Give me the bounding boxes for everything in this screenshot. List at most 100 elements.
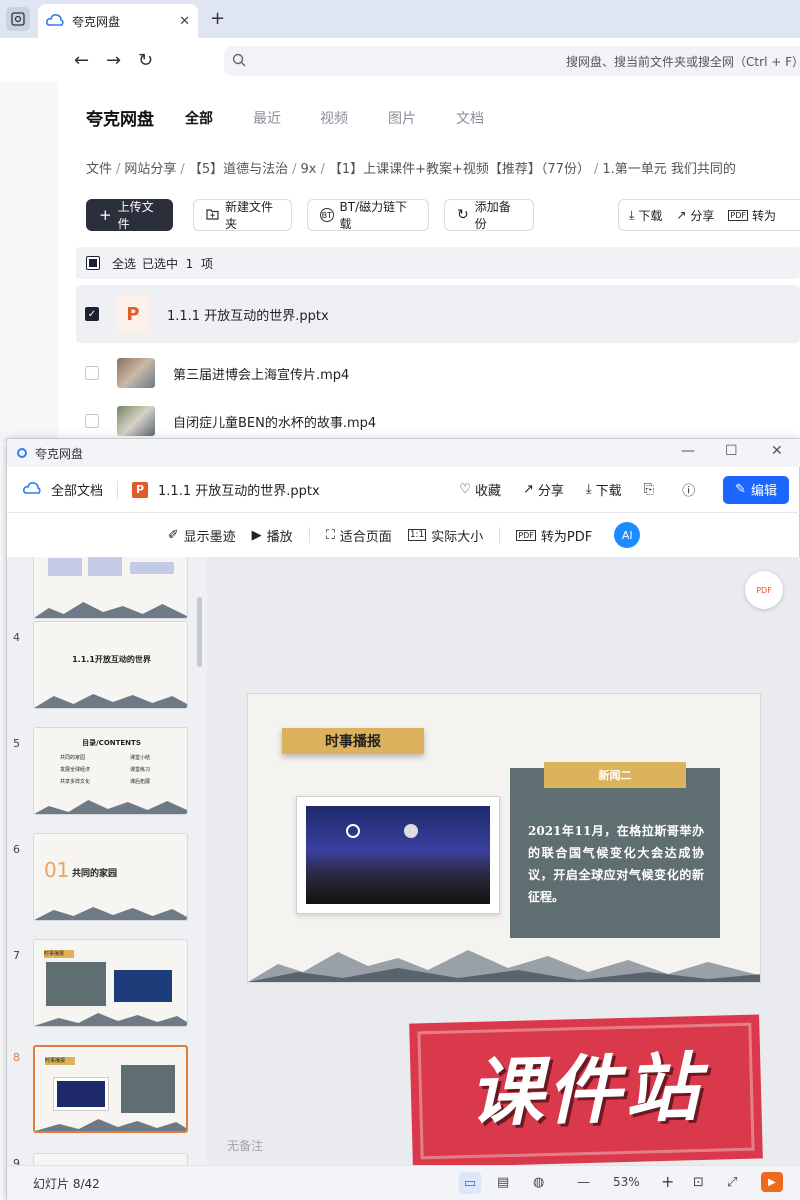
close-tab-icon[interactable]: ✕	[179, 14, 190, 29]
divider	[499, 527, 501, 543]
download-button[interactable]: ⤓ 下载	[629, 207, 662, 224]
row-checkbox[interactable]	[85, 414, 99, 428]
file-name: 自闭症儿童BEN的水杯的故事.mp4	[173, 415, 377, 431]
slide-counter: 幻灯片 8/42	[33, 1177, 100, 1191]
upload-button[interactable]: + 上传文件	[86, 199, 173, 231]
slide-thumbnail[interactable]	[33, 1153, 188, 1165]
zoom-in-icon[interactable]: +	[661, 1172, 674, 1191]
export-icon[interactable]: ⎘	[644, 482, 654, 497]
zoom-level: 53%	[613, 1175, 640, 1189]
breadcrumb-item[interactable]: 网站分享	[124, 162, 176, 177]
backup-label: 添加备份	[474, 200, 511, 231]
thumb-item: 课后拓展	[130, 779, 151, 785]
slide-heading: 时事播报	[282, 728, 424, 754]
reload-icon[interactable]: ↻	[138, 50, 153, 71]
fullscreen-icon[interactable]: ⤢	[727, 1175, 737, 1190]
show-ink-button[interactable]: ✐ 显示墨迹	[168, 526, 236, 545]
tab-recent[interactable]: 最近	[253, 108, 281, 128]
add-backup-button[interactable]: ↻ 添加备份	[444, 199, 534, 231]
share-doc-button[interactable]: ↗ 分享	[523, 480, 564, 499]
thumb-title: 时事播报	[44, 950, 74, 958]
all-docs-label: 全部文档	[51, 484, 104, 499]
breadcrumb-item[interactable]: 文件	[86, 162, 112, 177]
mountain-art	[35, 1119, 186, 1131]
file-row[interactable]: ✓ P 1.1.1 开放互动的世界.pptx	[76, 285, 800, 343]
ai-assistant-icon[interactable]: AI	[614, 522, 641, 548]
select-all-checkbox[interactable]	[86, 256, 100, 270]
forward-icon[interactable]: →	[106, 50, 121, 71]
thumb-photo	[114, 970, 172, 1002]
collect-button[interactable]: ♡ 收藏	[459, 480, 501, 499]
download-doc-button[interactable]: ⤓ 下载	[586, 480, 622, 499]
new-tab-icon[interactable]: +	[210, 8, 225, 29]
bt-download-button[interactable]: BT BT/磁力链下载	[307, 199, 429, 231]
globe-icon[interactable]: ◍	[533, 1175, 544, 1190]
tab-images[interactable]: 图片	[388, 108, 416, 128]
to-pdf-button[interactable]: PDF 转为PDF	[516, 526, 592, 545]
slide-thumbnail-current[interactable]: 时事播报	[33, 1045, 188, 1133]
status-bar: 幻灯片 8/42	[7, 1165, 800, 1200]
new-folder-label: 新建文件夹	[225, 200, 274, 231]
bt-icon: BT	[320, 208, 334, 222]
mountain-art	[34, 907, 187, 920]
breadcrumb-item[interactable]: 1.第一单元 我们共同的	[602, 162, 736, 177]
thumb-title: 共同的家园	[72, 869, 118, 879]
fit-icon[interactable]: ⊡	[693, 1175, 704, 1190]
share-button[interactable]: ↗ 分享	[676, 207, 714, 224]
sidebar-scrollbar[interactable]	[197, 597, 202, 667]
notes-view-icon[interactable]: ▤	[497, 1175, 509, 1190]
minimize-icon[interactable]: —	[681, 443, 695, 459]
slide-photo-frame	[296, 796, 500, 914]
convert-pdf-float-icon[interactable]: PDF	[745, 571, 783, 609]
slide-number: 6	[13, 843, 20, 856]
slide-thumbnail[interactable]: 目录/CONTENTS 共同的家园 发展全球经济 共享多样文化 课堂小结 课堂练…	[33, 727, 188, 815]
back-icon[interactable]: ←	[74, 50, 89, 71]
breadcrumb: 文件 / 网站分享 / 【5】道德与法治/9x / 【1】上课课件+教案+视频【推荐】（77…	[86, 162, 736, 177]
slideshow-icon[interactable]: ▶	[761, 1172, 783, 1192]
edit-label: 编辑	[750, 484, 777, 499]
all-docs-button[interactable]: 全部文档	[23, 480, 103, 499]
pptx-icon: P	[132, 481, 149, 498]
tab-all[interactable]: 全部	[185, 108, 213, 128]
divider	[117, 480, 119, 499]
row-checkbox[interactable]: ✓	[85, 307, 99, 321]
select-all-label[interactable]: 全选	[112, 255, 136, 272]
preview-window-title: 夸克网盘	[35, 446, 84, 461]
play-button[interactable]: ▶ 播放	[252, 526, 293, 545]
file-row[interactable]: 第三届进博会上海宣传片.mp4	[76, 344, 800, 402]
app-dot-icon	[17, 448, 27, 458]
convert-button[interactable]: PDF 转为	[728, 207, 776, 224]
thumb-item: 课堂小结	[130, 755, 151, 761]
new-folder-button[interactable]: 新建文件夹	[193, 199, 292, 231]
browser-tab[interactable]: 夸克网盘 ✕	[38, 4, 198, 38]
backup-icon: ↻	[457, 207, 469, 223]
edit-button[interactable]: ✎ 编辑	[723, 475, 789, 504]
file-name: 1.1.1 开放互动的世界.pptx	[167, 308, 329, 324]
fit-page-button[interactable]: ⛶ 适合页面	[326, 526, 392, 545]
actual-size-button[interactable]: 1:1 实际大小	[407, 526, 483, 545]
slide-number: 9	[13, 1157, 20, 1165]
tab-video[interactable]: 视频	[320, 108, 348, 128]
slide-thumbnail[interactable]: 时事播报	[33, 939, 188, 1027]
file-row[interactable]: 自闭症儿童BEN的水杯的故事.mp4	[76, 404, 800, 438]
upload-label: 上传文件	[117, 200, 154, 231]
address-bar[interactable]: 搜网盘、搜当前文件夹或搜全网（Ctrl + F）	[224, 46, 800, 76]
selected-text: 已选中	[142, 256, 179, 271]
breadcrumb-item[interactable]: 【5】道德与法治	[189, 162, 288, 177]
normal-view-icon[interactable]: ▭	[459, 1172, 481, 1194]
tab-docs[interactable]: 文档	[456, 108, 484, 128]
slide-thumbnail[interactable]: 1.1.1开放互动的世界	[33, 621, 188, 709]
maximize-icon[interactable]: ☐	[725, 443, 738, 459]
close-window-icon[interactable]: ✕	[771, 443, 783, 459]
breadcrumb-item[interactable]: 9x	[300, 162, 316, 177]
tab-search-icon[interactable]	[6, 7, 30, 31]
breadcrumb-item[interactable]: 【1】上课课件+教案+视频【推荐】（77份）	[329, 162, 590, 177]
row-checkbox[interactable]	[85, 366, 99, 380]
mountain-art	[34, 694, 187, 708]
slide-thumbnail[interactable]: 01 共同的家园	[33, 833, 188, 921]
slide-thumbnail[interactable]	[33, 557, 188, 619]
zoom-out-icon[interactable]: —	[577, 1175, 590, 1190]
address-placeholder: 搜网盘、搜当前文件夹或搜全网（Ctrl + F）	[566, 54, 800, 69]
drive-brand: 夸克网盘	[86, 110, 154, 130]
feedback-icon[interactable]: ⓘ	[682, 480, 695, 499]
